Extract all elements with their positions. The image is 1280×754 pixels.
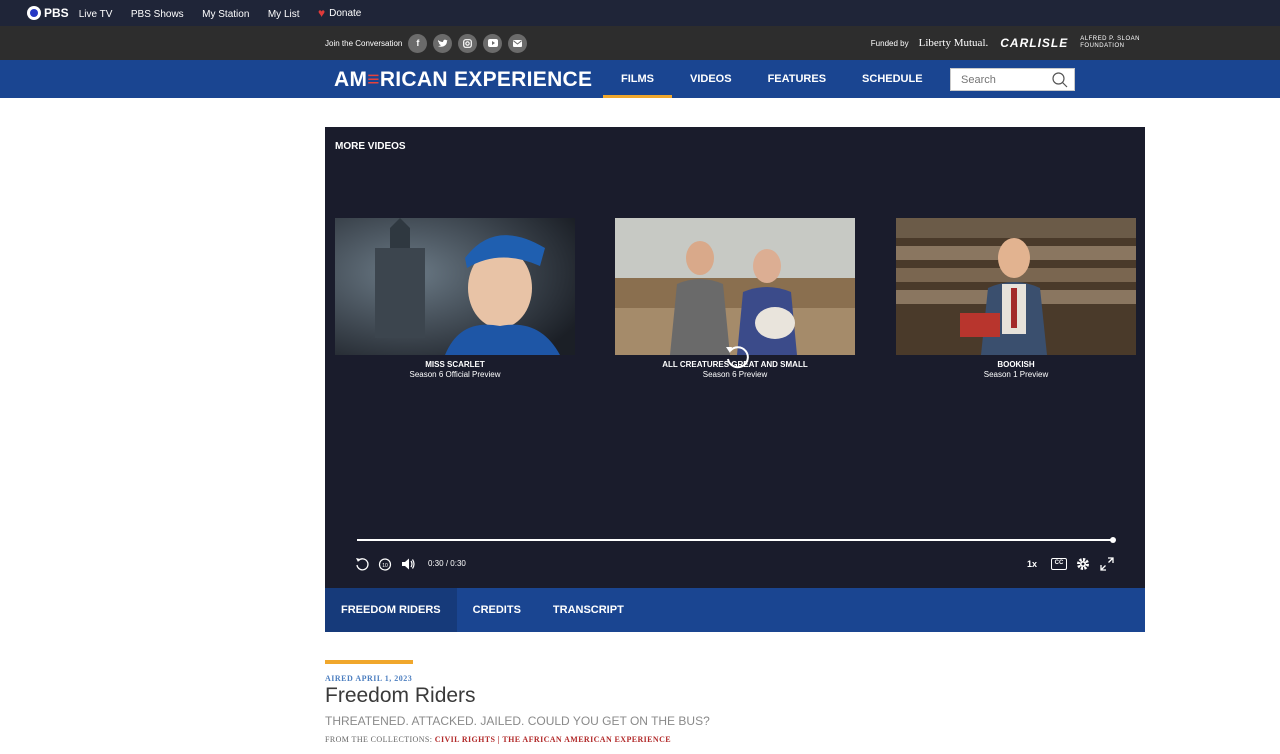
pbs-logo-text: PBS	[44, 6, 69, 20]
more-videos-title: MORE VIDEOS	[335, 141, 406, 152]
tab-schedule[interactable]: SCHEDULE	[844, 60, 941, 98]
tab-features[interactable]: FEATURES	[750, 60, 844, 98]
tab-transcript[interactable]: TRANSCRIPT	[537, 588, 640, 632]
tab-films[interactable]: FILMS	[603, 60, 672, 98]
search-input[interactable]	[951, 73, 1046, 86]
pbs-top-bar: PBS Live TV PBS Shows My Station My List…	[0, 0, 1280, 26]
time-display: 0:30 / 0:30	[428, 559, 466, 568]
pbs-logo[interactable]: PBS	[27, 6, 69, 20]
pbs-nav: Live TV PBS Shows My Station My List ♥ Do…	[79, 4, 376, 22]
carlisle-logo[interactable]: CARLISLE	[1000, 36, 1068, 50]
time-total: 0:30	[450, 559, 466, 568]
episode-tagline: THREATENED. ATTACKED. JAILED. COULD YOU …	[325, 714, 710, 728]
settings-gear-icon[interactable]	[1075, 556, 1091, 572]
sponsor-bar: Join the Conversation f Funded by Libert…	[0, 26, 1280, 60]
accent-divider	[325, 660, 413, 664]
player-controls: 10 0:30 / 0:30 1x CC	[325, 552, 1145, 576]
volume-icon[interactable]	[400, 556, 416, 572]
collections-prefix: FROM THE COLLECTIONS:	[325, 735, 433, 744]
collection-link-civil-rights[interactable]: CIVIL RIGHTS	[435, 735, 496, 744]
sloan-line-1: ALFRED P. SLOAN	[1080, 36, 1140, 42]
collection-separator: |	[497, 735, 500, 744]
american-experience-logo[interactable]: AM≡RICAN EXPERIENCE	[334, 68, 592, 92]
video-player[interactable]: MORE VIDEOS MISS SCARLET Season 6 Offici…	[325, 127, 1145, 588]
email-icon[interactable]	[508, 33, 528, 53]
sloan-line-2: FOUNDATION	[1080, 43, 1125, 49]
video-card-subtitle: Season 1 Preview	[983, 370, 1049, 379]
time-current: 0:30	[428, 559, 444, 568]
funded-by-label: Funded by	[870, 38, 909, 48]
twitter-icon[interactable]	[433, 33, 453, 53]
instagram-icon[interactable]	[458, 33, 478, 53]
progress-bar[interactable]	[357, 537, 1116, 543]
video-card-bookish[interactable]: BOOKISH Season 1 Preview	[896, 218, 1136, 379]
search-icon[interactable]	[1051, 71, 1069, 89]
donate-label: Donate	[329, 7, 362, 19]
episode-tabs: FREEDOM RIDERS CREDITS TRANSCRIPT	[325, 588, 1145, 632]
progress-handle[interactable]	[1110, 537, 1116, 543]
main-nav: AM≡RICAN EXPERIENCE FILMS VIDEOS FEATURE…	[0, 60, 1280, 98]
tab-credits[interactable]: CREDITS	[457, 588, 537, 632]
pbs-link-pbs-shows[interactable]: PBS Shows	[131, 9, 184, 20]
video-thumbnail[interactable]	[335, 218, 575, 355]
join-conversation-label: Join the Conversation	[325, 38, 403, 48]
nav-tabs: FILMS VIDEOS FEATURES SCHEDULE	[603, 60, 941, 98]
youtube-icon[interactable]	[483, 33, 503, 53]
tab-freedom-riders[interactable]: FREEDOM RIDERS	[325, 588, 457, 632]
aired-date: AIRED APRIL 1, 2023	[325, 674, 413, 683]
collections-line: FROM THE COLLECTIONS: CIVIL RIGHTS | THE…	[325, 735, 671, 744]
brand-flag-e: ≡	[367, 68, 380, 91]
page-title: Freedom Riders	[325, 684, 476, 707]
pbs-link-my-list[interactable]: My List	[268, 9, 300, 20]
rewind-10-icon[interactable]: 10	[377, 556, 393, 572]
time-separator: /	[445, 559, 449, 568]
social-links: Join the Conversation f	[325, 26, 528, 60]
collection-link-african-american-experience[interactable]: THE AFRICAN AMERICAN EXPERIENCE	[502, 735, 671, 744]
video-card-subtitle: Season 6 Official Preview	[409, 370, 501, 379]
heart-icon: ♥	[317, 6, 326, 20]
playback-rate-button[interactable]: 1x	[1027, 559, 1037, 569]
replay-icon[interactable]	[722, 342, 752, 372]
video-thumbnail[interactable]	[615, 218, 855, 355]
video-card-title[interactable]: BOOKISH	[896, 360, 1136, 369]
donate-link[interactable]: ♥ Donate	[318, 6, 361, 20]
pbs-link-live-tv[interactable]: Live TV	[79, 9, 113, 20]
facebook-icon[interactable]: f	[408, 33, 428, 53]
brand-part-2: RICAN EXPERIENCE	[379, 68, 593, 91]
brand-part-1: AM	[334, 68, 368, 91]
sloan-foundation-logo[interactable]: ALFRED P. SLOAN FOUNDATION	[1080, 36, 1140, 50]
svg-text:10: 10	[382, 563, 388, 569]
fullscreen-icon[interactable]	[1099, 556, 1115, 572]
tab-videos[interactable]: VIDEOS	[672, 60, 750, 98]
video-card-miss-scarlet[interactable]: MISS SCARLET Season 6 Official Preview	[335, 218, 575, 379]
liberty-mutual-logo[interactable]: Liberty Mutual.	[919, 37, 989, 49]
closed-captions-button[interactable]: CC	[1051, 558, 1067, 570]
video-thumbnail[interactable]	[896, 218, 1136, 355]
pbs-head-icon	[27, 6, 41, 20]
search-box	[950, 68, 1075, 91]
funders: Funded by Liberty Mutual. CARLISLE ALFRE…	[871, 26, 1140, 60]
pbs-link-my-station[interactable]: My Station	[202, 9, 249, 20]
video-card-title[interactable]: MISS SCARLET	[335, 360, 575, 369]
replay-small-icon[interactable]	[354, 556, 370, 572]
